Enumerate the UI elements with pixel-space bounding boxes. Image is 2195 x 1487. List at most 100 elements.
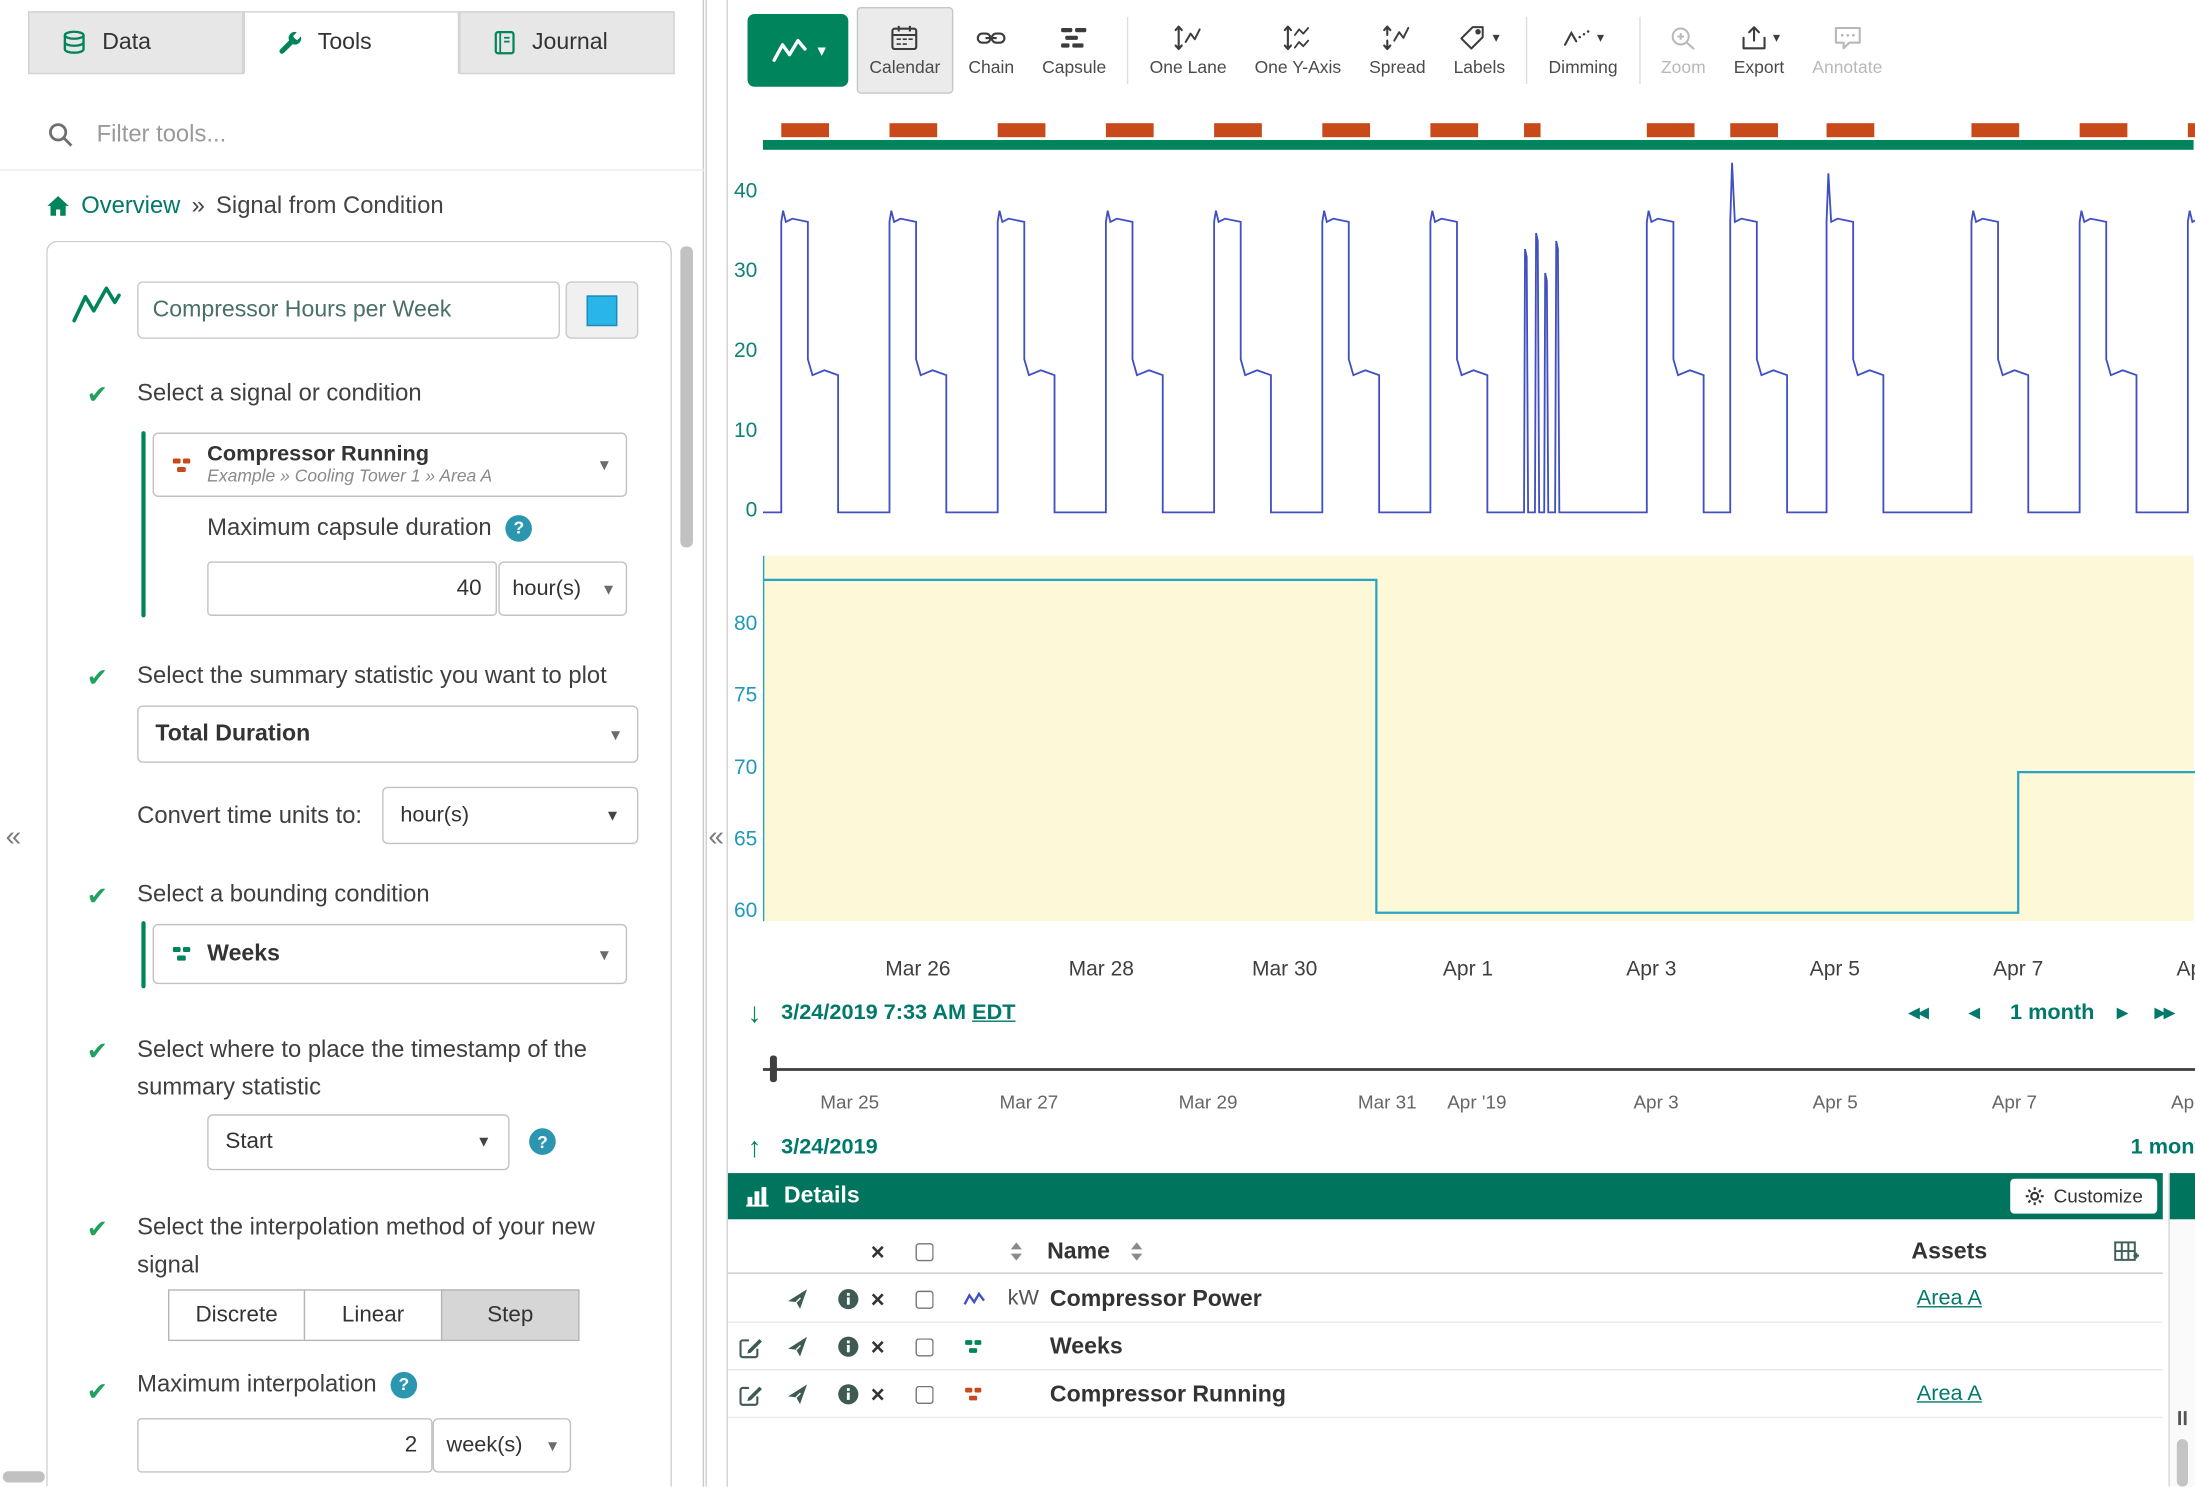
max-capsule-duration-unit-select[interactable]: hour(s) ▾ <box>498 561 627 616</box>
details-chart-icon <box>746 1186 770 1207</box>
toolbar-one-y-axis-button[interactable]: One Y-Axis <box>1242 7 1354 94</box>
remove-item-icon[interactable]: × <box>871 1323 885 1371</box>
max-interpolation-unit-select[interactable]: week(s) ▾ <box>433 1418 572 1473</box>
timestamp-placement-select[interactable]: Start ▼ <box>207 1114 509 1170</box>
condition-capsules-icon <box>171 944 193 965</box>
sort-icon[interactable] <box>1128 1240 1145 1262</box>
right-panel-splitter[interactable] <box>2168 1173 2195 1487</box>
check-icon: ✔ <box>87 881 108 912</box>
table-row-compressor-running[interactable]: × Compressor Running Area A <box>728 1370 2163 1418</box>
rocket-icon[interactable] <box>787 1383 809 1405</box>
home-icon[interactable] <box>46 194 70 218</box>
tab-data[interactable]: Data <box>28 11 244 74</box>
collapse-left-edge-handle[interactable]: « <box>6 823 22 851</box>
timezone-link[interactable]: EDT <box>972 1001 1015 1025</box>
display-range-start[interactable]: 3/24/2019 7:33 AM EDT <box>781 1001 1015 1026</box>
rocket-icon[interactable] <box>787 1335 809 1357</box>
axis-tick: 70 <box>728 755 757 779</box>
asset-link[interactable]: Area A <box>1917 1382 1982 1407</box>
toolbar-capsule-button[interactable]: Capsule <box>1029 7 1118 94</box>
toolbar-one-lane-button[interactable]: One Lane <box>1137 7 1239 94</box>
info-icon[interactable] <box>837 1335 859 1357</box>
convert-units-value: hour(s) <box>400 803 469 828</box>
check-icon: ✔ <box>87 1376 108 1407</box>
sort-icon[interactable] <box>1008 1240 1025 1262</box>
sidebar-hscrollbar-thumb[interactable] <box>3 1471 45 1482</box>
splitter-grip[interactable] <box>2184 1411 2187 1425</box>
assets-column-header[interactable]: Assets <box>1876 1229 2023 1274</box>
breadcrumb-separator: » <box>192 192 205 220</box>
info-icon[interactable] <box>837 1383 859 1405</box>
divider <box>0 169 704 170</box>
time-scrubber-handle[interactable] <box>770 1056 777 1083</box>
row-checkbox[interactable] <box>916 1290 934 1308</box>
help-icon[interactable]: ? <box>391 1371 418 1398</box>
row-checkbox[interactable] <box>916 1385 934 1403</box>
interpolation-step-button[interactable]: Step <box>441 1289 580 1341</box>
column-chooser-icon[interactable] <box>2114 1240 2139 1262</box>
bounding-condition-select[interactable]: Weeks ▾ <box>153 924 628 984</box>
tab-tools[interactable]: Tools <box>244 11 460 74</box>
step-backward-button[interactable]: ◀ <box>1968 1004 1980 1022</box>
fast-forward-button[interactable]: ▶▶ <box>2154 1004 2172 1022</box>
collapse-sidebar-handle[interactable]: « <box>708 823 724 851</box>
row-checkbox[interactable] <box>916 1338 934 1356</box>
edit-icon[interactable] <box>739 1382 763 1406</box>
toolbar-spread-button[interactable]: Spread <box>1357 7 1439 94</box>
edit-icon[interactable] <box>739 1335 763 1359</box>
tools-sidebar: Data Tools Journal <box>0 0 704 1487</box>
remove-all-icon[interactable]: × <box>871 1229 885 1274</box>
rocket-icon[interactable] <box>787 1288 809 1310</box>
trend-icon <box>770 34 809 68</box>
panel-splitter[interactable]: « <box>706 0 728 1487</box>
toolbar-chain-button[interactable]: Chain <box>956 7 1027 94</box>
capsule-icon <box>1059 24 1090 52</box>
select-all-checkbox[interactable] <box>916 1242 934 1260</box>
time-scrubber-track[interactable] <box>763 1068 2195 1071</box>
max-interpolation-input[interactable] <box>137 1418 432 1473</box>
trend-chart[interactable] <box>728 0 2195 994</box>
convert-units-select[interactable]: hour(s) ▼ <box>382 787 638 844</box>
toolbar-labels-button[interactable]: ▾ Labels <box>1441 7 1518 94</box>
step4-label: Select where to place the timestamp of t… <box>137 1030 620 1106</box>
investigate-range-duration[interactable]: 1 month <box>2131 1135 2195 1160</box>
signal-condition-select[interactable]: Compressor Running Example » Cooling Tow… <box>153 433 628 497</box>
breadcrumb-overview-link[interactable]: Overview <box>81 192 180 220</box>
customize-button[interactable]: Customize <box>2010 1179 2157 1214</box>
worksheet-view-selector-button[interactable]: ▾ <box>748 14 849 87</box>
fast-backward-button[interactable]: ◀◀ <box>1908 1004 1926 1022</box>
toolbar-dimming-button[interactable]: ▾ Dimming <box>1536 7 1630 94</box>
help-icon[interactable]: ? <box>506 514 533 541</box>
remove-item-icon[interactable]: × <box>871 1370 885 1418</box>
toolbar-calendar-button[interactable]: Calendar <box>857 7 953 94</box>
filter-tools-input[interactable] <box>94 119 598 150</box>
color-picker-button[interactable] <box>566 281 639 338</box>
interpolation-linear-button[interactable]: Linear <box>304 1289 443 1341</box>
help-icon[interactable]: ? <box>529 1128 556 1155</box>
duration-button[interactable]: 1 month <box>2002 1001 2103 1026</box>
chevron-down-icon: ▼ <box>605 807 620 824</box>
investigate-range-date[interactable]: 3/24/2019 <box>781 1135 878 1160</box>
axis-tick: Mar 26 <box>869 958 967 982</box>
splitter-grip[interactable] <box>2178 1411 2181 1425</box>
toolbar-export-button[interactable]: ▾ Export <box>1721 7 1797 94</box>
table-row-compressor-power[interactable]: × kW Compressor Power Area A <box>728 1275 2163 1323</box>
bounding-condition-value: Weeks <box>207 941 280 968</box>
name-column-header[interactable]: Name <box>1047 1229 1110 1274</box>
step-forward-button[interactable]: ▶ <box>2117 1004 2129 1022</box>
tab-journal[interactable]: Journal <box>459 11 675 74</box>
interpolation-discrete-button[interactable]: Discrete <box>168 1289 305 1341</box>
max-capsule-duration-input[interactable] <box>207 561 497 616</box>
table-row-weeks[interactable]: × Weeks <box>728 1323 2163 1371</box>
asset-link[interactable]: Area A <box>1917 1286 1982 1311</box>
seeq-workbench: Data Tools Journal <box>0 0 2195 1487</box>
axis-tick: 60 <box>728 899 757 923</box>
unit-value: hour(s) <box>512 576 581 601</box>
toolbar-separator <box>1127 17 1128 84</box>
right-scrollbar-thumb[interactable] <box>2177 1439 2188 1487</box>
result-name-input[interactable] <box>137 281 560 338</box>
sidebar-scrollbar-thumb[interactable] <box>680 246 693 547</box>
statistic-select[interactable]: Total Duration ▾ <box>137 706 638 763</box>
info-icon[interactable] <box>837 1288 859 1310</box>
remove-item-icon[interactable]: × <box>871 1275 885 1323</box>
